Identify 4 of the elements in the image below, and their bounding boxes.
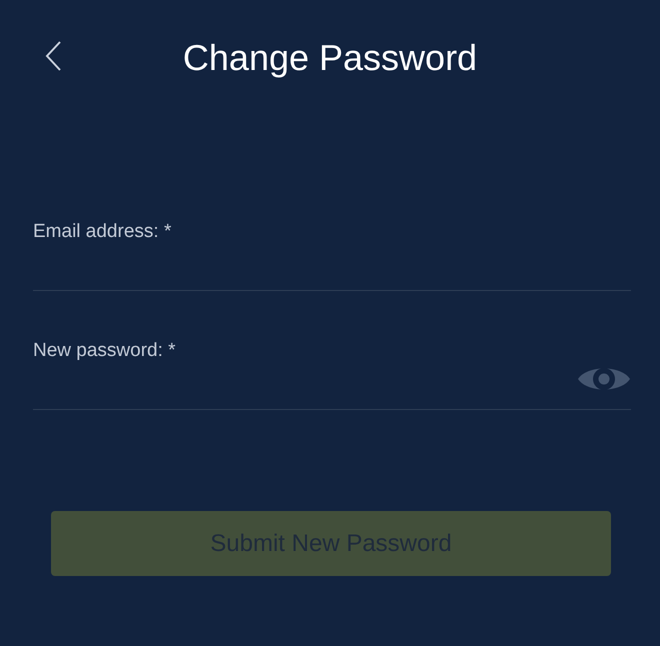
back-icon[interactable] bbox=[44, 40, 62, 72]
page-title: Change Password bbox=[182, 36, 478, 80]
field-label: Email address: * bbox=[33, 220, 172, 244]
field-label: New password: * bbox=[33, 339, 176, 363]
